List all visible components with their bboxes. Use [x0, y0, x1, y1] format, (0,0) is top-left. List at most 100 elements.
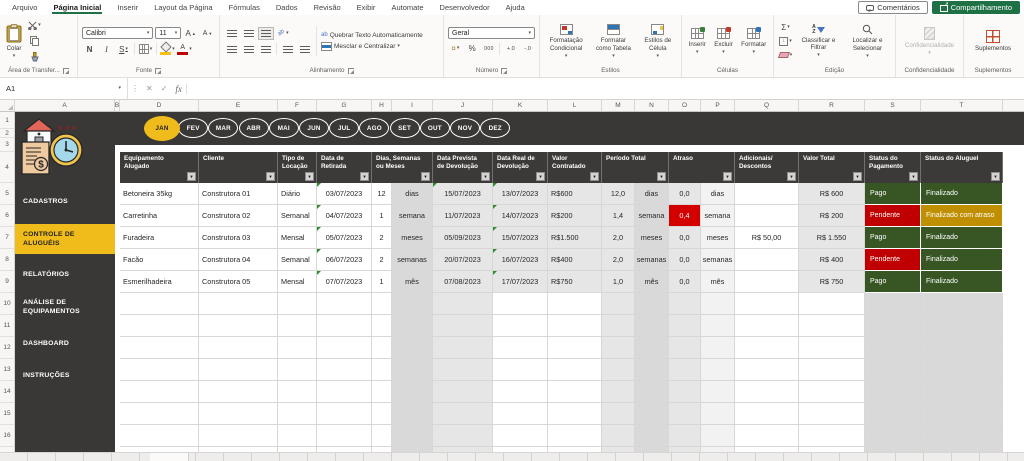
font-size-combo[interactable]: 11▾	[155, 27, 181, 39]
share-button[interactable]: Compartilhamento	[932, 1, 1020, 14]
cell-empty[interactable]	[799, 293, 865, 315]
cell-qtd[interactable]: 12	[372, 183, 392, 205]
cell-empty[interactable]	[120, 315, 199, 337]
cell-empty[interactable]	[799, 425, 865, 447]
cell-empty[interactable]	[701, 337, 735, 359]
menu-tab-arquivo[interactable]: Arquivo	[4, 1, 45, 14]
cell-empty[interactable]	[493, 315, 548, 337]
cell-empty[interactable]	[120, 337, 199, 359]
cell-empty[interactable]	[278, 381, 317, 403]
cell-empty[interactable]	[372, 425, 392, 447]
menu-tab-exibir[interactable]: Exibir	[349, 1, 384, 14]
cell-retirada[interactable]: 05/07/2023	[317, 227, 372, 249]
filter-dropdown-icon[interactable]: ▾	[991, 172, 1000, 181]
cell-empty[interactable]	[865, 403, 921, 425]
row-header-13[interactable]: 13	[0, 359, 14, 381]
filter-dropdown-icon[interactable]: ▾	[421, 172, 430, 181]
select-all-corner[interactable]	[0, 100, 15, 111]
cell-empty[interactable]	[735, 359, 799, 381]
cell-empty[interactable]	[278, 359, 317, 381]
cell-adicionais[interactable]: R$ 50,00	[735, 227, 799, 249]
cell-pagamento[interactable]: Pendente	[865, 249, 921, 271]
cell-empty[interactable]	[799, 337, 865, 359]
font-name-combo[interactable]: Calibri▾	[82, 27, 153, 39]
cell-empty[interactable]	[433, 337, 493, 359]
cell-real[interactable]: 17/07/2023	[493, 271, 548, 293]
cell-empty[interactable]	[199, 337, 278, 359]
cell-aluguel[interactable]: Finalizado	[921, 183, 1003, 205]
cell-empty[interactable]	[701, 359, 735, 381]
cell-empty[interactable]	[372, 359, 392, 381]
cell-empty[interactable]	[278, 315, 317, 337]
decrease-indent-button[interactable]	[280, 43, 295, 56]
filter-dropdown-icon[interactable]: ▾	[266, 172, 275, 181]
column-header-k[interactable]: K	[493, 100, 548, 111]
cell-empty[interactable]	[199, 315, 278, 337]
cell-empty[interactable]	[392, 403, 433, 425]
month-tab-fev[interactable]: FEV	[178, 118, 208, 138]
month-tab-set[interactable]: SET	[390, 118, 420, 138]
cell-empty[interactable]	[548, 425, 602, 447]
cell-empty[interactable]	[701, 293, 735, 315]
wrap-text-button[interactable]: abQuebrar Texto Automaticamente	[321, 32, 423, 39]
cell-empty[interactable]	[278, 337, 317, 359]
cell-empty[interactable]	[921, 381, 1003, 403]
cell-atraso[interactable]: 0,0	[669, 271, 701, 293]
delete-cells-button[interactable]: Excluir▾	[712, 27, 735, 55]
number-format-combo[interactable]: Geral▾	[448, 27, 535, 39]
increase-indent-button[interactable]	[297, 43, 312, 56]
cell-empty[interactable]	[199, 293, 278, 315]
cell-empty[interactable]	[392, 359, 433, 381]
cell-empty[interactable]	[602, 359, 635, 381]
row-header-10[interactable]: 10	[0, 293, 14, 315]
sidebar-item-relatorios[interactable]: RELATÓRIOS	[15, 270, 115, 279]
cell-empty[interactable]	[669, 337, 701, 359]
sensitivity-button[interactable]: Confidencialidade▾	[903, 26, 956, 56]
cell-retirada[interactable]: 03/07/2023	[317, 183, 372, 205]
name-box[interactable]: A1▾	[0, 78, 128, 99]
filter-dropdown-icon[interactable]: ▾	[187, 172, 196, 181]
increase-font-button[interactable]: A▲	[183, 27, 198, 40]
cell-empty[interactable]	[669, 381, 701, 403]
cell-retirada[interactable]: 06/07/2023	[317, 249, 372, 271]
cell-empty[interactable]	[433, 403, 493, 425]
month-tab-jul[interactable]: JUL	[329, 118, 359, 138]
row-header-12[interactable]: 12	[0, 337, 14, 359]
cell-empty[interactable]	[921, 337, 1003, 359]
cell-empty[interactable]	[635, 337, 669, 359]
paste-button[interactable]: Colar▾	[4, 23, 24, 59]
underline-button[interactable]: S▾	[116, 43, 131, 56]
cell-empty[interactable]	[199, 403, 278, 425]
cell-empty[interactable]	[433, 315, 493, 337]
cell-pagamento[interactable]: Pago	[865, 183, 921, 205]
cell-unidade[interactable]: semanas	[392, 249, 433, 271]
cell-empty[interactable]	[635, 359, 669, 381]
column-header-a[interactable]: A	[15, 100, 115, 111]
cell-tipo[interactable]: Diário	[278, 183, 317, 205]
cell-qtd[interactable]: 2	[372, 227, 392, 249]
filter-dropdown-icon[interactable]: ▾	[305, 172, 314, 181]
column-header-d[interactable]: D	[120, 100, 199, 111]
conditional-formatting-button[interactable]: Formatação Condicional▾	[544, 23, 588, 58]
align-right-button[interactable]	[258, 43, 273, 56]
month-tab-jun[interactable]: JUN	[299, 118, 329, 138]
cell-prevista[interactable]: 05/09/2023	[433, 227, 493, 249]
cell-real[interactable]: 16/07/2023	[493, 249, 548, 271]
cell-empty[interactable]	[602, 381, 635, 403]
sort-filter-button[interactable]: AZ Classificar e Filtrar▾	[796, 24, 841, 58]
cell-aluguel[interactable]: Finalizado com atraso	[921, 205, 1003, 227]
cell-adicionais[interactable]	[735, 249, 799, 271]
cell-periodo_un[interactable]: semanas	[635, 249, 669, 271]
cell-total[interactable]: R$ 1.550	[799, 227, 865, 249]
cell-cliente[interactable]: Construtora 05	[199, 271, 278, 293]
cell-unidade[interactable]: mês	[392, 271, 433, 293]
cell-empty[interactable]	[921, 425, 1003, 447]
percent-button[interactable]: %	[465, 42, 480, 55]
cell-empty[interactable]	[669, 359, 701, 381]
cell-empty[interactable]	[392, 425, 433, 447]
cell-empty[interactable]	[701, 425, 735, 447]
cell-periodo[interactable]: 12,0	[602, 183, 635, 205]
cell-styles-button[interactable]: Estilos de Célula▾	[639, 23, 677, 58]
column-header-r[interactable]: R	[799, 100, 865, 111]
cell-empty[interactable]	[372, 381, 392, 403]
